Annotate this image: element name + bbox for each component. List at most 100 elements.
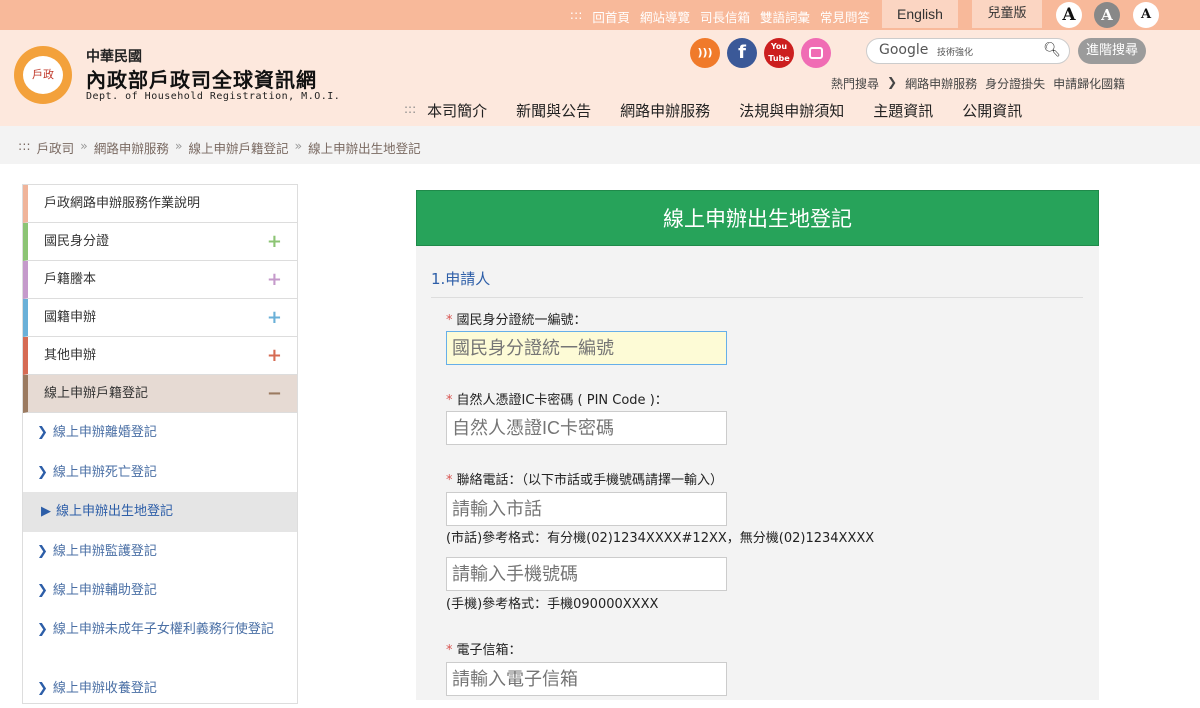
- id-number-label: * 國民身分證統一編號：: [446, 309, 587, 328]
- required-marker: *: [446, 643, 453, 658]
- hot-search-item[interactable]: 申請歸化國籍: [1053, 75, 1125, 92]
- mobile-input[interactable]: [446, 557, 727, 591]
- label-text: 聯絡電話：（以下市話或手機號碼請擇一輸入）: [457, 473, 724, 488]
- hot-search-label: 熱門搜尋: [831, 75, 879, 92]
- landline-format-hint: (市話)參考格式：有分機(02)1234XXXX#12XX，無分機(02)123…: [446, 527, 874, 546]
- sidebar-item-instructions[interactable]: 戶政網路申辦服務作業說明: [23, 185, 297, 223]
- hot-search: 熱門搜尋 ❯ 網路申辦服務 身分證掛失 申請歸化國籍: [831, 75, 1125, 92]
- breadcrumb-separator-icon: »: [175, 138, 183, 157]
- chevron-right-icon: ❯: [37, 681, 48, 696]
- section-divider: [431, 297, 1083, 298]
- facebook-icon[interactable]: f: [727, 38, 757, 68]
- pin-code-label: *自然人憑證IC卡密碼 ( PIN Code )：: [446, 389, 668, 408]
- plus-icon: +: [267, 223, 282, 261]
- subitem-label: 線上申辦未成年子女權利義務行使登記: [53, 622, 274, 637]
- utility-links: ::: 回首頁 網站導覽 司長信箱 雙語詞彙 常見問答: [570, 7, 870, 26]
- required-marker: *: [446, 473, 453, 488]
- kids-version-button[interactable]: 兒童版: [972, 0, 1042, 28]
- sidebar-subitem-divorce[interactable]: ❯線上申辦離婚登記: [23, 413, 297, 453]
- chevron-right-icon: ❯: [37, 425, 48, 440]
- nav-dots: :::: [404, 100, 416, 121]
- label-text: 自然人憑證IC卡密碼 ( PIN Code )：: [457, 393, 668, 408]
- minus-icon: −: [267, 375, 282, 413]
- sidebar-subitem-assistance[interactable]: ❯ 線上申辦輔助登記: [23, 571, 297, 611]
- chevron-right-icon: ❯: [37, 544, 48, 559]
- logo-english-title: Dept. of Household Registration, M.O.I.: [86, 91, 340, 102]
- logo-title[interactable]: 內政部戶政司全球資訊網: [86, 64, 317, 93]
- form-title: 線上申辦出生地登記: [416, 190, 1099, 246]
- director-mailbox-link[interactable]: 司長信箱: [700, 7, 750, 26]
- sidebar-item-label: 其他申辦: [44, 348, 96, 363]
- font-large-button[interactable]: A: [1056, 2, 1082, 28]
- mobile-format-hint: (手機)參考格式：手機090000XXXX: [446, 593, 658, 612]
- search-box[interactable]: Google 技術強化 🔍︎: [866, 38, 1070, 64]
- search-icon[interactable]: 🔍︎: [1043, 42, 1061, 58]
- subitem-label: 線上申辦收養登記: [53, 681, 157, 696]
- required-marker: *: [446, 313, 453, 328]
- sidebar-item-online-registration[interactable]: 線上申辦戶籍登記 −: [23, 375, 297, 413]
- rss-icon[interactable]: ))): [690, 38, 720, 68]
- sidebar-subitem-death[interactable]: ❯ 線上申辦死亡登記: [23, 453, 297, 493]
- faq-link[interactable]: 常見問答: [820, 7, 870, 26]
- hot-search-item[interactable]: 身分證掛失: [985, 75, 1045, 92]
- sidebar-item-label: 國籍申辦: [44, 310, 96, 325]
- breadcrumb-item[interactable]: 網路申辦服務: [94, 138, 169, 157]
- utility-dots: :::: [570, 7, 583, 26]
- sidebar-subitem-adoption[interactable]: ❯ 線上申辦收養登記: [23, 669, 297, 708]
- breadcrumb-current[interactable]: 線上申辦出生地登記: [308, 138, 421, 157]
- section-heading: 1.申請人: [431, 268, 490, 289]
- main-nav: ::: 本司簡介 新聞與公告 網路申辦服務 法規與申辦須知 主題資訊 公開資訊: [404, 100, 1022, 121]
- sidebar-item-label: 國民身分證: [44, 234, 109, 249]
- flickr-icon[interactable]: [801, 38, 831, 68]
- subitem-label: 線上申辦出生地登記: [56, 504, 173, 519]
- nav-item-news[interactable]: 新聞與公告: [516, 100, 591, 121]
- nav-item-online-services[interactable]: 網路申辦服務: [620, 100, 710, 121]
- email-label: * 電子信箱：: [446, 639, 522, 658]
- glossary-link[interactable]: 雙語詞彙: [760, 7, 810, 26]
- chevron-right-icon: ❯: [37, 583, 48, 598]
- plus-icon: +: [267, 261, 282, 299]
- id-number-input[interactable]: [446, 331, 727, 365]
- nav-item-regulations[interactable]: 法規與申辦須知: [739, 100, 844, 121]
- sidebar-item-household-transcript[interactable]: 戶籍謄本+: [23, 261, 297, 299]
- sitemap-link[interactable]: 網站導覽: [640, 7, 690, 26]
- sidebar-subitem-minor-rights[interactable]: ❯線上申辦未成年子女權利義務行使登記: [23, 611, 297, 669]
- breadcrumb-separator-icon: »: [295, 138, 303, 157]
- sidebar-item-other[interactable]: 其他申辦 +: [23, 337, 297, 375]
- nav-item-topics[interactable]: 主題資訊: [873, 100, 933, 121]
- sidebar-subitem-guardianship[interactable]: ❯ 線上申辦監護登記: [23, 532, 297, 572]
- subitem-label: 線上申辦輔助登記: [53, 583, 157, 598]
- font-medium-button[interactable]: A: [1094, 2, 1120, 28]
- plus-icon: +: [267, 337, 282, 375]
- subitem-label: 線上申辦監護登記: [53, 544, 157, 559]
- phone-label: * 聯絡電話：（以下市話或手機號碼請擇一輸入）: [446, 469, 723, 488]
- plus-icon: +: [267, 299, 282, 337]
- logo-mark-text: 戶政: [23, 56, 63, 94]
- label-text: 國民身分證統一編號：: [457, 313, 587, 328]
- landline-input[interactable]: [446, 492, 727, 526]
- english-button[interactable]: English: [882, 0, 958, 28]
- sidebar-item-id-card[interactable]: 國民身分證 +: [23, 223, 297, 261]
- advanced-search-button[interactable]: 進階搜尋: [1078, 38, 1146, 64]
- breadcrumb-item[interactable]: 線上申辦戶籍登記: [188, 138, 288, 157]
- chevron-right-icon: ❯: [887, 75, 897, 92]
- breadcrumb-item[interactable]: 戶政司: [37, 138, 75, 157]
- nav-item-about[interactable]: 本司簡介: [427, 100, 487, 121]
- sidebar-item-label: 線上申辦戶籍登記: [44, 386, 148, 401]
- pin-code-input[interactable]: [446, 411, 727, 445]
- subitem-label: 線上申辦死亡登記: [53, 465, 157, 480]
- breadcrumb-dots: :::: [18, 138, 31, 157]
- sidebar-item-nationality[interactable]: 國籍申辦 +: [23, 299, 297, 337]
- sidebar-subitem-birthplace[interactable]: ▶ 線上申辦出生地登記: [23, 492, 297, 532]
- home-link[interactable]: 回首頁: [592, 7, 630, 26]
- label-text: 電子信箱：: [457, 643, 522, 658]
- breadcrumb-separator-icon: »: [80, 138, 88, 157]
- triangle-right-icon: ▶: [41, 504, 51, 519]
- font-small-button[interactable]: A: [1133, 2, 1159, 28]
- youtube-icon[interactable]: YouTube: [764, 38, 794, 68]
- moi-logo-icon[interactable]: 戶政: [14, 46, 72, 104]
- chevron-right-icon: ❯: [37, 465, 48, 480]
- breadcrumb: ::: 戶政司 » 網路申辦服務 » 線上申辦戶籍登記 » 線上申辦出生地登記: [0, 126, 1200, 164]
- hot-search-item[interactable]: 網路申辦服務: [905, 75, 977, 92]
- nav-item-public-info[interactable]: 公開資訊: [962, 100, 1022, 121]
